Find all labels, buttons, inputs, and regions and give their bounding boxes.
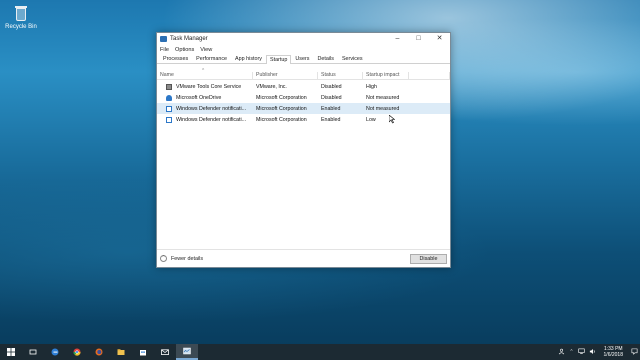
row-impact: Low <box>366 116 376 123</box>
row-name: Windows Defender notificati... <box>176 105 247 112</box>
footer-bar: ⌃ Fewer details Disable <box>157 249 450 267</box>
table-row[interactable]: VMware Tools Core Service VMware, Inc. D… <box>157 81 450 92</box>
menu-bar: File Options View <box>157 45 450 54</box>
disable-button[interactable]: Disable <box>410 253 447 264</box>
taskbar-store[interactable] <box>132 344 154 360</box>
table-row[interactable]: Windows Defender notificati... Microsoft… <box>157 103 450 114</box>
desktop-icon-recycle-bin[interactable]: Recycle Bin <box>4 4 38 30</box>
row-publisher: Microsoft Corporation <box>256 116 307 123</box>
row-status: Enabled <box>321 116 341 123</box>
clock[interactable]: 1:33 PM 1/6/2018 <box>604 346 623 358</box>
onedrive-icon <box>166 94 172 101</box>
tab-processes[interactable]: Processes <box>159 54 192 63</box>
row-publisher: Microsoft Corporation <box>256 94 307 101</box>
taskbar-firefox[interactable] <box>88 344 110 360</box>
column-header-row: Name Publisher Status Startup impact <box>157 72 450 80</box>
network-icon[interactable] <box>577 348 585 357</box>
close-button[interactable]: ✕ <box>429 33 450 45</box>
mail-icon <box>161 349 169 356</box>
tab-services[interactable]: Services <box>338 54 367 63</box>
file-explorer-icon <box>117 349 125 355</box>
vmware-icon <box>166 83 172 90</box>
tab-performance[interactable]: Performance <box>192 54 231 63</box>
table-row[interactable]: Windows Defender notificati... Microsoft… <box>157 114 450 125</box>
recycle-bin-icon <box>12 4 30 22</box>
row-impact: Not measured <box>366 105 400 112</box>
menu-view[interactable]: View <box>200 47 212 53</box>
edge-icon <box>51 348 59 356</box>
start-button[interactable] <box>0 344 22 360</box>
clock-date: 1/6/2018 <box>603 352 623 358</box>
taskbar-mail[interactable] <box>154 344 176 360</box>
chevron-up-icon[interactable]: ⌃ <box>160 255 167 262</box>
column-header-startup-impact[interactable]: Startup impact <box>363 72 409 79</box>
menu-options[interactable]: Options <box>175 47 194 53</box>
column-header-publisher[interactable]: Publisher <box>253 72 318 79</box>
taskbar: ⌃ 1:33 PM 1/6/2018 <box>0 344 640 360</box>
firefox-icon <box>95 348 103 356</box>
row-status: Disabled <box>321 94 342 101</box>
row-status: Enabled <box>321 105 341 112</box>
fewer-details-link[interactable]: Fewer details <box>171 256 203 262</box>
table-row[interactable]: Microsoft OneDrive Microsoft Corporation… <box>157 92 450 103</box>
taskbar-chrome[interactable] <box>66 344 88 360</box>
tab-startup[interactable]: Startup <box>266 55 292 64</box>
volume-icon[interactable] <box>589 348 596 357</box>
menu-file[interactable]: File <box>160 47 169 53</box>
startup-list: VMware Tools Core Service VMware, Inc. D… <box>157 81 450 125</box>
windows-defender-icon <box>166 105 172 112</box>
people-icon[interactable] <box>558 348 565 357</box>
taskbar-task-manager[interactable] <box>176 344 198 360</box>
tab-app-history[interactable]: App history <box>231 54 266 63</box>
column-header-name[interactable]: Name <box>157 72 253 79</box>
row-name: Microsoft OneDrive <box>176 94 222 101</box>
desktop-icon-label: Recycle Bin <box>5 24 37 30</box>
maximize-button[interactable]: □ <box>408 33 429 45</box>
tab-users[interactable]: Users <box>291 54 313 63</box>
tab-details[interactable]: Details <box>313 54 337 63</box>
column-header-status[interactable]: Status <box>318 72 363 79</box>
taskbar-file-explorer[interactable] <box>110 344 132 360</box>
task-manager-window: Task Manager – □ ✕ File Options View Pro… <box>156 32 451 268</box>
row-impact: High <box>366 83 377 90</box>
taskbar-edge[interactable] <box>44 344 66 360</box>
windows-defender-icon <box>166 116 172 123</box>
title-bar[interactable]: Task Manager – □ ✕ <box>157 33 450 45</box>
tab-bar: Processes Performance App history Startu… <box>157 54 450 64</box>
start-icon <box>7 348 15 356</box>
task-manager-app-icon <box>160 36 167 42</box>
minimize-button[interactable]: – <box>387 33 408 45</box>
notifications-icon[interactable] <box>631 348 638 357</box>
chrome-icon <box>73 348 81 356</box>
row-status: Disabled <box>321 83 342 90</box>
row-publisher: VMware, Inc. <box>256 83 287 90</box>
task-view-icon <box>29 349 37 355</box>
row-impact: Not measured <box>366 94 400 101</box>
task-manager-icon <box>183 347 191 355</box>
column-header-empty <box>409 72 450 79</box>
task-view-button[interactable] <box>22 344 44 360</box>
store-icon <box>140 350 146 356</box>
row-publisher: Microsoft Corporation <box>256 105 307 112</box>
chevron-up-tray-icon[interactable]: ⌃ <box>569 349 573 355</box>
row-name: Windows Defender notificati... <box>176 116 247 123</box>
window-title: Task Manager <box>170 36 208 42</box>
row-name: VMware Tools Core Service <box>176 83 242 90</box>
system-tray: ⌃ 1:33 PM 1/6/2018 <box>556 346 640 358</box>
